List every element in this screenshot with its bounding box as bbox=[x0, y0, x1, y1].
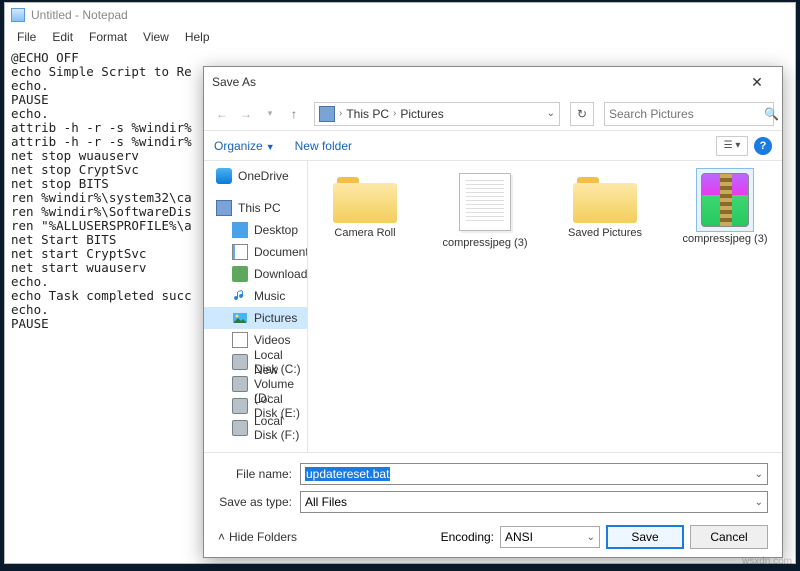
disk-icon bbox=[232, 354, 248, 370]
toolbar: Organize▼ New folder ☰ ▾ ? bbox=[204, 131, 782, 161]
refresh-button[interactable]: ↻ bbox=[570, 102, 594, 126]
help-button[interactable]: ? bbox=[754, 137, 772, 155]
notepad-titlebar[interactable]: Untitled - Notepad bbox=[5, 3, 795, 27]
tree-desktop[interactable]: Desktop bbox=[204, 219, 307, 241]
encoding-select[interactable]: ANSI ⌄ bbox=[500, 526, 600, 548]
save-button[interactable]: Save bbox=[606, 525, 684, 549]
chevron-down-icon[interactable]: ⌄ bbox=[587, 532, 595, 543]
saveastype-label: Save as type: bbox=[218, 495, 300, 509]
document-thumb-icon bbox=[459, 173, 511, 231]
notepad-title: Untitled - Notepad bbox=[31, 8, 128, 22]
forward-button[interactable]: → bbox=[236, 104, 256, 124]
encoding-value: ANSI bbox=[505, 530, 533, 544]
search-icon: 🔍 bbox=[764, 107, 779, 121]
pictures-icon bbox=[232, 310, 248, 326]
view-button[interactable]: ☰ ▾ bbox=[716, 136, 748, 156]
newfolder-button[interactable]: New folder bbox=[295, 139, 352, 153]
tree-downloads[interactable]: Downloads bbox=[204, 263, 307, 285]
file-compressjpeg[interactable]: compressjpeg (3) bbox=[440, 173, 530, 249]
watermark: wsxdn.com bbox=[742, 556, 792, 567]
folder-icon bbox=[333, 173, 397, 221]
chevron-right-icon[interactable]: › bbox=[393, 108, 396, 119]
folder-icon bbox=[573, 173, 637, 221]
file-pane[interactable]: Camera Roll compressjpeg (3) Saved Pictu… bbox=[308, 161, 782, 452]
hidefolders-button[interactable]: ˄ Hide Folders bbox=[218, 530, 297, 544]
saveastype-value: All Files bbox=[305, 495, 347, 509]
tree-music[interactable]: Music bbox=[204, 285, 307, 307]
menu-file[interactable]: File bbox=[9, 28, 44, 46]
organize-button[interactable]: Organize▼ bbox=[214, 139, 275, 153]
file-cameraroll[interactable]: Camera Roll bbox=[320, 173, 410, 239]
bottom-panel: File name: updatereset.bat ⌄ Save as typ… bbox=[204, 452, 782, 557]
menu-help[interactable]: Help bbox=[177, 28, 218, 46]
pc-icon bbox=[319, 106, 335, 122]
crumb-pictures[interactable]: Pictures bbox=[400, 107, 443, 121]
encoding-label: Encoding: bbox=[441, 530, 494, 544]
nav-row: ← → ▾ ↑ › This PC › Pictures ⌄ ↻ 🔍 bbox=[204, 97, 782, 131]
tree-documents[interactable]: Documents bbox=[204, 241, 307, 263]
chevron-down-icon[interactable]: ⌄ bbox=[755, 497, 763, 508]
chevron-right-icon[interactable]: › bbox=[339, 108, 342, 119]
videos-icon bbox=[232, 332, 248, 348]
cancel-button[interactable]: Cancel bbox=[690, 525, 768, 549]
tree-thispc[interactable]: This PC bbox=[204, 197, 307, 219]
menu-view[interactable]: View bbox=[135, 28, 177, 46]
saveas-dialog: Save As ✕ ← → ▾ ↑ › This PC › Pictures ⌄… bbox=[203, 66, 783, 558]
search-box[interactable]: 🔍 bbox=[604, 102, 774, 126]
desktop-icon bbox=[232, 222, 248, 238]
file-savedpictures[interactable]: Saved Pictures bbox=[560, 173, 650, 239]
filename-value[interactable]: updatereset.bat bbox=[305, 467, 390, 481]
onedrive-icon bbox=[216, 168, 232, 184]
disk-icon bbox=[232, 398, 248, 414]
nav-tree: OneDrive This PC Desktop Documents Downl… bbox=[204, 161, 308, 452]
notepad-menubar: File Edit Format View Help bbox=[5, 27, 795, 47]
back-button[interactable]: ← bbox=[212, 104, 232, 124]
menu-format[interactable]: Format bbox=[81, 28, 135, 46]
chevron-up-icon: ˄ bbox=[218, 530, 225, 544]
tree-localf[interactable]: Local Disk (F:) bbox=[204, 417, 307, 439]
music-icon bbox=[232, 288, 248, 304]
menu-edit[interactable]: Edit bbox=[44, 28, 81, 46]
disk-icon bbox=[232, 420, 248, 436]
recent-dropdown[interactable]: ▾ bbox=[260, 104, 280, 124]
pc-icon bbox=[216, 200, 232, 216]
saveas-title: Save As bbox=[212, 75, 256, 89]
breadcrumb[interactable]: › This PC › Pictures ⌄ bbox=[314, 102, 560, 126]
rar-icon bbox=[701, 173, 749, 227]
disk-icon bbox=[232, 376, 248, 392]
saveastype-field[interactable]: All Files ⌄ bbox=[300, 491, 768, 513]
search-input[interactable] bbox=[609, 107, 764, 121]
notepad-icon bbox=[11, 8, 25, 22]
close-button[interactable]: ✕ bbox=[740, 71, 774, 93]
saveas-titlebar[interactable]: Save As ✕ bbox=[204, 67, 782, 97]
chevron-down-icon[interactable]: ⌄ bbox=[755, 469, 763, 480]
tree-onedrive[interactable]: OneDrive bbox=[204, 165, 307, 187]
filename-label: File name: bbox=[218, 467, 300, 481]
breadcrumb-dropdown[interactable]: ⌄ bbox=[547, 108, 555, 119]
downloads-icon bbox=[232, 266, 248, 282]
up-button[interactable]: ↑ bbox=[284, 104, 304, 124]
tree-pictures[interactable]: Pictures bbox=[204, 307, 307, 329]
file-compressjpeg-rar[interactable]: compressjpeg (3) bbox=[680, 173, 770, 245]
documents-icon bbox=[232, 244, 248, 260]
filename-field[interactable]: updatereset.bat ⌄ bbox=[300, 463, 768, 485]
crumb-thispc[interactable]: This PC bbox=[346, 107, 389, 121]
